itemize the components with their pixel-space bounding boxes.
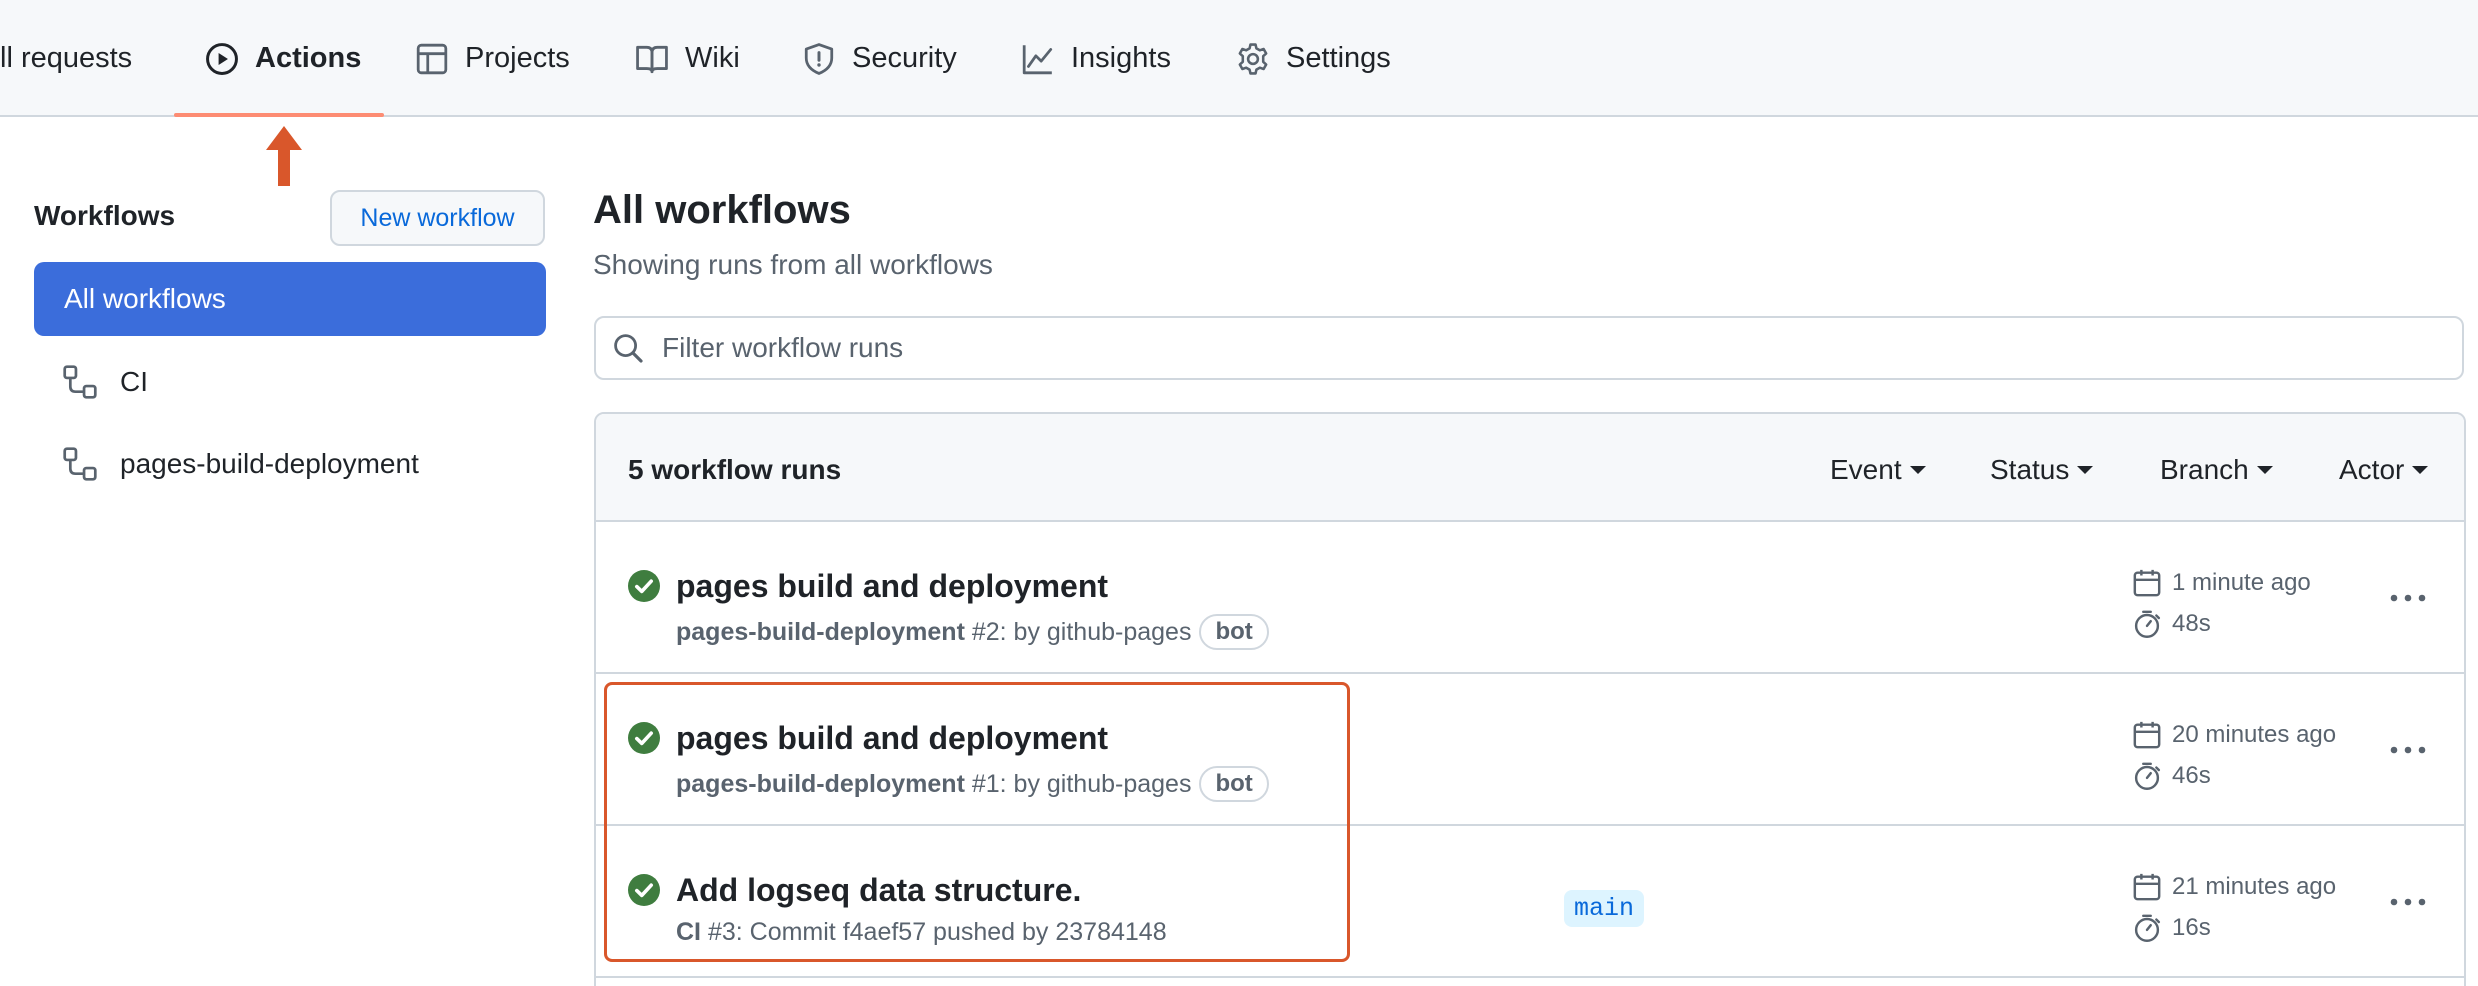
new-workflow-button[interactable]: New workflow <box>330 190 545 246</box>
sidebar-item-label: All workflows <box>64 283 226 314</box>
caret-down-icon <box>2256 466 2273 474</box>
tab-label: ll requests <box>0 42 133 74</box>
run-duration-value: 48s <box>2172 610 2211 637</box>
sidebar-item-label: pages-build-deployment <box>120 448 419 479</box>
table-icon <box>415 42 449 76</box>
run-title-link[interactable]: pages build and deployment <box>676 568 1108 605</box>
filter-label: Branch <box>2160 454 2249 485</box>
sidebar-item-ci[interactable]: CI <box>62 362 148 402</box>
kebab-menu-icon[interactable] <box>2388 882 2428 922</box>
caret-down-icon <box>2412 466 2429 474</box>
sidebar-item-all-workflows[interactable]: All workflows <box>34 262 546 336</box>
event-filter-dropdown[interactable]: Event <box>1830 454 1926 486</box>
actor-filter-dropdown[interactable]: Actor <box>2339 454 2429 486</box>
shield-icon <box>802 42 836 76</box>
run-meta: pages-build-deployment #2: by github-pag… <box>676 614 1269 650</box>
stopwatch-icon <box>2132 608 2162 640</box>
run-time-ago: 20 minutes ago <box>2172 721 2337 748</box>
status-filter-dropdown[interactable]: Status <box>1990 454 2094 486</box>
run-duration-value: 16s <box>2172 914 2211 941</box>
tab-insights[interactable]: Insights <box>1021 0 1171 117</box>
tab-label: Security <box>852 42 957 74</box>
tab-label: Wiki <box>685 42 740 74</box>
run-workflow-name: pages-build-deployment <box>676 617 965 646</box>
workflow-icon <box>62 446 98 482</box>
calendar-icon <box>2132 567 2162 599</box>
workflow-icon <box>62 364 98 400</box>
search-input[interactable] <box>662 332 2362 364</box>
run-detail: #2: by github-pages <box>964 617 1192 646</box>
tab-settings[interactable]: Settings <box>1236 0 1391 117</box>
sidebar-item-label: CI <box>120 366 148 397</box>
tab-label: Insights <box>1071 42 1171 74</box>
kebab-menu-icon[interactable] <box>2388 730 2428 770</box>
filter-label: Actor <box>2339 454 2405 485</box>
calendar-icon <box>2132 871 2162 903</box>
kebab-menu-icon[interactable] <box>2388 578 2428 618</box>
check-circle-icon <box>628 570 660 602</box>
stopwatch-icon <box>2132 912 2162 944</box>
annotation-arrow-icon <box>266 126 302 186</box>
bot-badge: bot <box>1199 614 1269 650</box>
play-icon <box>205 42 239 76</box>
page-title: All workflows <box>593 188 851 232</box>
run-time-ago: 21 minutes ago <box>2172 873 2337 900</box>
run-time-ago: 1 minute ago <box>2172 569 2311 596</box>
caret-down-icon <box>1909 466 1926 474</box>
run-duration-value: 46s <box>2172 762 2211 789</box>
tab-label: Settings <box>1286 42 1391 74</box>
workflow-run-row[interactable]: pages build and deployment pages-build-d… <box>596 522 2464 674</box>
run-duration: 16s <box>2132 912 2211 944</box>
tab-pull-requests[interactable]: ll requests <box>0 0 132 117</box>
runs-count: 5 workflow runs <box>628 454 842 485</box>
tab-label: Actions <box>255 42 362 74</box>
caret-down-icon <box>2077 466 2094 474</box>
run-duration: 48s <box>2132 608 2211 640</box>
tab-security[interactable]: Security <box>802 0 957 117</box>
tab-projects[interactable]: Projects <box>415 0 570 117</box>
book-icon <box>635 42 669 76</box>
filter-runs-search[interactable] <box>594 316 2464 380</box>
page-subtitle: Showing runs from all workflows <box>593 249 993 280</box>
run-timestamp: 21 minutes ago <box>2132 871 2336 903</box>
branch-filter-dropdown[interactable]: Branch <box>2160 454 2273 486</box>
run-timestamp: 20 minutes ago <box>2132 719 2336 751</box>
graph-icon <box>1021 42 1055 76</box>
runs-list-header: 5 workflow runs Event Status Branch Acto… <box>596 414 2464 522</box>
stopwatch-icon <box>2132 760 2162 792</box>
repo-nav: ll requests Actions Projects Wiki Securi… <box>0 0 2478 117</box>
search-icon <box>612 332 644 364</box>
filter-label: Status <box>1990 454 2070 485</box>
tab-actions[interactable]: Actions <box>205 0 361 117</box>
branch-label[interactable]: main <box>1564 890 1645 927</box>
filter-label: Event <box>1830 454 1902 485</box>
active-tab-underline <box>174 113 384 117</box>
run-timestamp: 1 minute ago <box>2132 567 2311 599</box>
sidebar-item-pages-build-deployment[interactable]: pages-build-deployment <box>62 444 419 484</box>
tab-wiki[interactable]: Wiki <box>635 0 740 117</box>
gear-icon <box>1236 42 1270 76</box>
calendar-icon <box>2132 719 2162 751</box>
sidebar-title: Workflows <box>34 200 176 231</box>
tab-label: Projects <box>465 42 570 74</box>
annotation-highlight-box <box>604 682 1350 962</box>
run-duration: 46s <box>2132 760 2211 792</box>
